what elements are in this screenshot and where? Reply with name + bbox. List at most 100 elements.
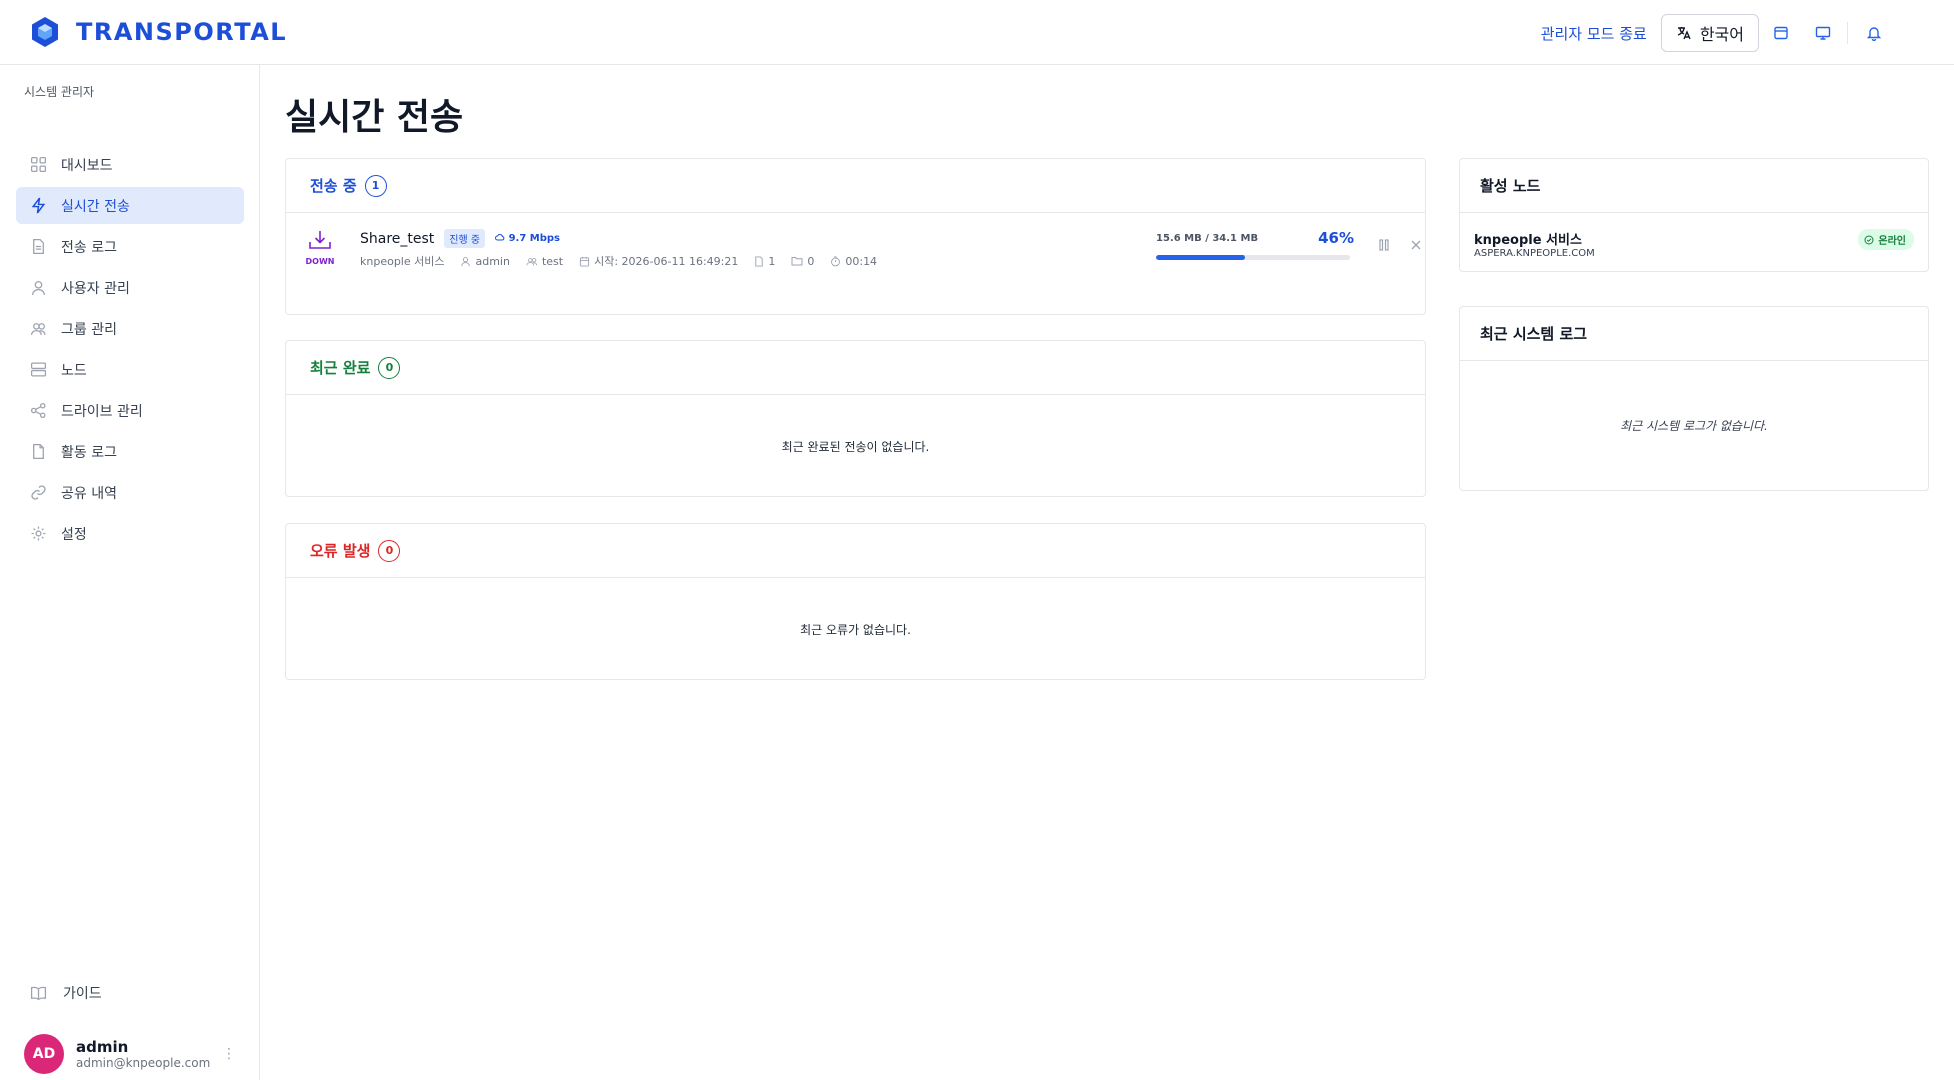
user-meta: admin (460, 253, 510, 269)
check-circle-icon (1864, 235, 1874, 244)
files-meta: 1 (754, 253, 775, 269)
sidebar-item-realtime-transfer[interactable]: 실시간 전송 (16, 187, 244, 224)
sidebar-section-label: 시스템 관리자 (24, 85, 95, 99)
sidebar-item-transfer-log[interactable]: 전송 로그 (16, 228, 244, 265)
node-status-badge: 온라인 (1858, 229, 1914, 250)
sidebar-item-label: 노드 (61, 362, 87, 379)
sidebar-item-activity-log[interactable]: 활동 로그 (16, 433, 244, 470)
language-button[interactable]: 한국어 (1660, 14, 1759, 52)
layout-icon (1774, 26, 1788, 40)
direction-label: DOWN (305, 257, 335, 266)
progress-bar (1156, 255, 1350, 260)
sidebar-item-dashboard[interactable]: 대시보드 (16, 146, 244, 183)
user-profile[interactable]: AD admin admin@knpeople.com ⋮ (24, 1033, 238, 1075)
sidebar-item-label: 공유 내역 (61, 485, 117, 502)
sidebar-item-share-history[interactable]: 공유 내역 (16, 474, 244, 511)
cancel-transfer-button[interactable] (1409, 237, 1423, 256)
pause-button[interactable] (1377, 237, 1391, 256)
in-progress-title: 전송 중 (310, 177, 357, 195)
download-tray-icon (309, 231, 331, 249)
file-icon (33, 443, 44, 460)
pause-icon (1379, 239, 1389, 251)
speed-value: 9.7 Mbps (508, 233, 560, 244)
grid-icon (30, 156, 47, 173)
system-log-header: 최근 시스템 로그 (1460, 307, 1928, 361)
user-name: admin (76, 1038, 129, 1056)
elapsed-value: 00:14 (845, 254, 878, 268)
folders-meta: 0 (791, 253, 814, 269)
translate-icon (1677, 27, 1691, 40)
completed-empty-message: 최근 완료된 전송이 없습니다. (781, 440, 930, 454)
errors-count: 0 (378, 539, 401, 562)
users-icon (526, 257, 538, 265)
avatar: AD (24, 1034, 64, 1074)
brand-name: TRANSPORTAL (76, 18, 288, 46)
more-vertical-icon[interactable]: ⋮ (222, 1046, 236, 1062)
node-row[interactable]: knpeople 서비스 ASPERA.KNPEOPLE.COM 온라인 (1474, 229, 1914, 259)
in-progress-card: 전송 중 1 DOWN Share_test 진행 중 9.7 Mbps knp… (285, 158, 1426, 315)
timer-icon (831, 255, 841, 266)
node-name: knpeople 서비스 (1474, 233, 1582, 248)
transfer-name: Share_test (360, 230, 435, 247)
node-status-label: 온라인 (1878, 236, 1906, 247)
layout-button[interactable] (1761, 14, 1801, 52)
transfer-meta: knpeople 서비스 admin test 시작: 2026-06-11 1… (360, 253, 877, 269)
elapsed-meta: 00:14 (830, 253, 877, 269)
notifications-button[interactable] (1854, 14, 1894, 52)
errors-card: 오류 발생 0 최근 오류가 없습니다. (285, 523, 1426, 680)
status-badge: 진행 중 (444, 229, 486, 248)
gear-icon (31, 526, 46, 541)
errors-empty-message: 최근 오류가 없습니다. (800, 623, 911, 637)
sidebar-item-label: 실시간 전송 (61, 198, 130, 215)
start-time-meta: 시작: 2026-06-11 16:49:21 (579, 253, 738, 269)
transfer-row[interactable]: DOWN Share_test 진행 중 9.7 Mbps knpeople 서… (304, 229, 1421, 289)
system-log-card: 최근 시스템 로그 최근 시스템 로그가 없습니다. (1459, 306, 1929, 491)
sidebar-item-label: 활동 로그 (61, 444, 117, 461)
bell-icon (1866, 27, 1882, 41)
user-meta-value: admin (475, 254, 510, 268)
guide-label: 가이드 (63, 986, 102, 1002)
guide-link[interactable]: 가이드 (30, 983, 102, 1003)
sidebar: 시스템 관리자 대시보드 실시간 전송 전송 로그 사용자 관리 그룹 관리 노… (0, 65, 260, 1080)
exit-admin-mode-link[interactable]: 관리자 모드 종료 (1541, 23, 1647, 44)
top-bar: TRANSPORTAL 관리자 모드 종료 한국어 (0, 0, 1954, 65)
logo-icon (32, 17, 58, 47)
file-icon (755, 255, 764, 267)
users-icon (30, 323, 46, 335)
group-meta: test (526, 253, 563, 269)
service-meta: knpeople 서비스 (360, 255, 445, 268)
sidebar-item-label: 드라이브 관리 (61, 403, 143, 420)
brand[interactable]: TRANSPORTAL (30, 16, 287, 48)
sidebar-item-settings[interactable]: 설정 (16, 515, 244, 552)
active-nodes-title: 활성 노드 (1480, 177, 1541, 195)
sidebar-item-label: 대시보드 (61, 157, 113, 174)
monitor-button[interactable] (1803, 14, 1843, 52)
folders-count: 0 (807, 254, 815, 268)
cloud-icon (495, 234, 505, 241)
completed-card: 최근 완료 0 최근 완료된 전송이 없습니다. (285, 340, 1426, 497)
sidebar-item-nodes[interactable]: 노드 (16, 351, 244, 388)
share-nodes-icon (30, 402, 46, 419)
in-progress-count: 1 (364, 174, 387, 197)
link-icon (31, 485, 46, 500)
download-direction: DOWN (304, 229, 336, 266)
sidebar-item-drive-management[interactable]: 드라이브 관리 (16, 392, 244, 429)
sidebar-item-user-management[interactable]: 사용자 관리 (16, 269, 244, 306)
in-progress-header: 전송 중 1 (286, 159, 1425, 213)
completed-count: 0 (378, 356, 401, 379)
sidebar-item-group-management[interactable]: 그룹 관리 (16, 310, 244, 347)
completed-header: 최근 완료 0 (286, 341, 1425, 395)
bolt-icon (31, 197, 46, 214)
active-nodes-header: 활성 노드 (1460, 159, 1928, 213)
node-host: ASPERA.KNPEOPLE.COM (1474, 248, 1595, 259)
active-nodes-card: 활성 노드 knpeople 서비스 ASPERA.KNPEOPLE.COM 온… (1459, 158, 1929, 272)
header-divider (1847, 22, 1848, 44)
user-icon (32, 281, 45, 295)
server-icon (30, 362, 47, 377)
close-icon (1411, 240, 1421, 250)
folder-icon (791, 257, 803, 266)
system-log-empty-message: 최근 시스템 로그가 없습니다. (1620, 419, 1768, 433)
user-icon (461, 256, 471, 266)
page-title: 실시간 전송 (285, 97, 464, 138)
transfer-percent: 46% (1318, 229, 1354, 247)
